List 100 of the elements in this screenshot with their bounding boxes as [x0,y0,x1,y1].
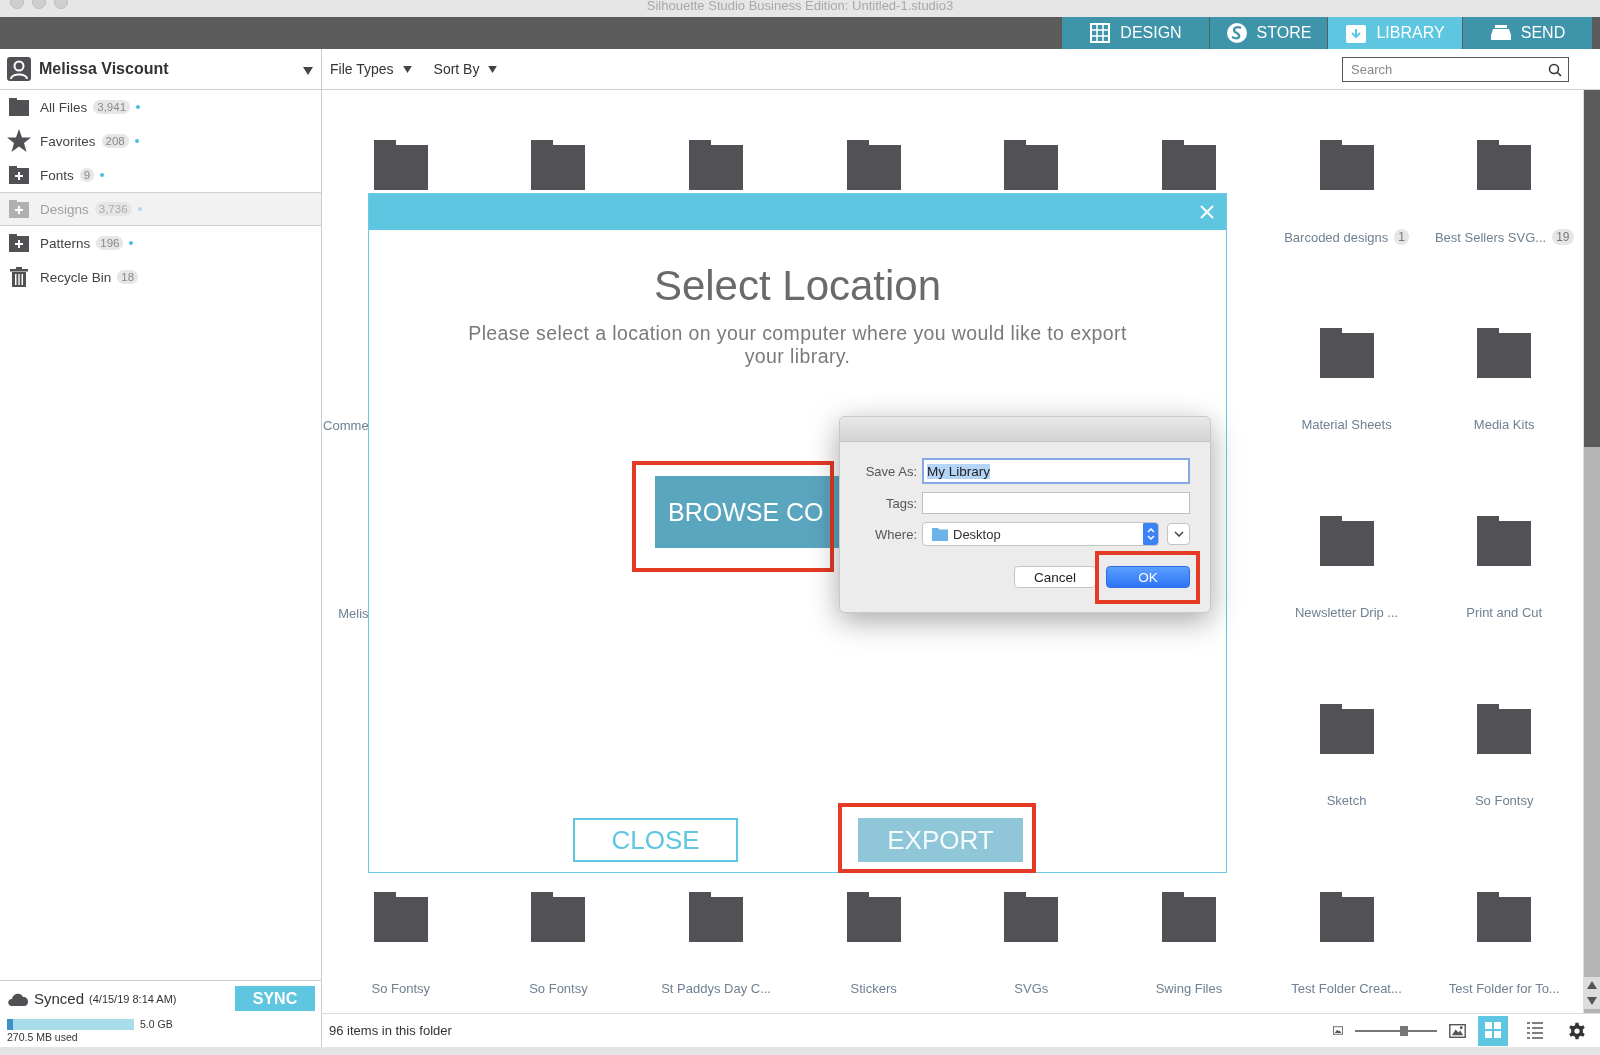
folder-label[interactable]: Sketch [1326,793,1367,808]
item-label: Fonts [40,167,74,183]
down-arrow-icon [1587,997,1597,1005]
item-label: All Files [40,99,88,115]
folder-icon [1477,704,1532,754]
chevron-icon [1173,531,1184,537]
sidebar-item[interactable]: Patterns 196 [0,226,321,260]
sidebar-item[interactable]: All Files 3,941 [0,90,321,124]
folder-icon [689,892,744,942]
folder-label[interactable]: Newsletter Drip ... [1294,605,1399,620]
folder-label[interactable]: Test Folder for To... [1448,981,1560,996]
field-label: Where: [874,526,917,542]
ok-button[interactable]: OK [1106,566,1190,588]
folder-icon [1319,140,1374,190]
folder-label[interactable]: So Fontsy [371,981,431,996]
folder-label[interactable]: Swing Files [1155,981,1223,996]
folder-icon [1161,892,1216,942]
count-badge: 1 [1394,229,1409,245]
folder-label[interactable]: So Fontsy [529,981,588,996]
folder-icon [1319,516,1374,566]
sync-status: Synced [34,990,85,1007]
sidebar-item[interactable]: Fonts 9 [0,158,321,192]
folder-icon [846,140,901,190]
download-box-icon [1345,22,1368,44]
search-field[interactable]: Search [1342,56,1569,82]
window-title: Silhouette Studio Business Edition: Untitled-1.studio3 [646,0,954,12]
folder-icon [1319,892,1374,942]
trash-icon [10,267,28,287]
item-label: Recycle Bin [40,269,112,285]
folder-label[interactable]: Stickers [850,981,897,996]
expand-button[interactable] [1167,523,1190,545]
text-field[interactable]: My Library [922,458,1190,484]
slider-thumb[interactable] [1400,1025,1409,1036]
count-badge: 3,941 [93,100,131,114]
folder-plus-icon [9,200,29,218]
folder-icon [373,140,428,190]
item-label: Favorites [40,133,96,149]
folder-icon [531,140,586,190]
item-label: Patterns [40,235,91,251]
folder-plus-icon [9,234,29,252]
grid-icon [1089,22,1112,44]
count-badge: 196 [96,236,124,250]
store-icon [1225,22,1248,44]
sidebar-item[interactable]: Favorites 208 [0,124,321,158]
settings-icon [1568,1021,1586,1040]
up-arrow-icon [1587,981,1597,989]
browse-button[interactable]: BROWSE CO [655,476,839,548]
text-field[interactable] [922,492,1190,514]
folder-icon [1477,892,1532,942]
storage-capacity: 5.0 GB [140,1018,173,1030]
count-badge: 18 [117,270,139,284]
folder-label[interactable]: Comme [323,418,369,433]
folder-label[interactable]: St Paddys Day C... [661,981,771,996]
folder-label[interactable]: Melis [338,606,369,621]
stepper-icon [1143,523,1158,545]
filter-dropdown[interactable]: Sort By [433,61,498,77]
large-image-icon [1449,1023,1466,1038]
dialog-description: Please select a location on your computer where you would like to export your library. [467,322,1128,368]
small-image-icon [1333,1026,1343,1035]
field-label: Tags: [884,495,917,511]
dialog-title: Select Location [652,262,943,310]
nav-tab[interactable]: STORE [1209,17,1327,49]
list-view-icon [1527,1022,1543,1039]
folder-icon [1477,516,1532,566]
folder-icon [1161,140,1216,190]
field-label: Save As: [864,463,917,479]
folder-label[interactable]: Best Sellers SVG... [1434,229,1547,245]
item-label: Designs [40,201,89,217]
folder-label[interactable]: Test Folder Creat... [1291,981,1402,996]
star-icon [7,129,31,153]
caret-icon [303,67,313,75]
close-button[interactable] [1200,205,1214,219]
account-selector[interactable]: Melissa Viscount [0,49,322,89]
cancel-button[interactable]: Cancel [1014,566,1096,588]
folder-icon [1319,704,1374,754]
nav-tab[interactable]: DESIGN [1061,17,1209,49]
folder-label[interactable]: Print and Cut [1466,605,1543,620]
folder-label[interactable]: Material Sheets [1301,417,1392,432]
view-toggle[interactable] [1478,1015,1508,1046]
item-count: 96 items in this folder [329,1023,452,1038]
storage-used: 270.5 MB used [7,1031,79,1043]
search-icon [1548,62,1562,77]
count-badge: 208 [101,134,129,148]
grid-view-icon [1485,1022,1501,1039]
folder-icon [531,892,586,942]
sidebar-item[interactable]: Designs 3,736 [0,192,321,226]
folder-label[interactable]: Barcoded designs [1284,229,1389,245]
location-dropdown[interactable]: Desktop [922,522,1159,546]
folder-icon [689,140,744,190]
close-icon [1200,205,1214,219]
folder-label[interactable]: SVGs [1014,981,1049,996]
folder-label[interactable]: Media Kits [1473,417,1535,432]
scrollbar-thumb[interactable] [1584,90,1600,447]
filter-dropdown[interactable]: File Types [330,61,412,77]
folder-icon [1004,892,1059,942]
folder-icon [846,892,901,942]
nav-tab[interactable]: SEND [1462,17,1592,49]
folder-label[interactable]: So Fontsy [1474,793,1534,808]
folder-plus-icon [9,166,29,184]
sidebar-item[interactable]: Recycle Bin 18 [0,260,321,294]
